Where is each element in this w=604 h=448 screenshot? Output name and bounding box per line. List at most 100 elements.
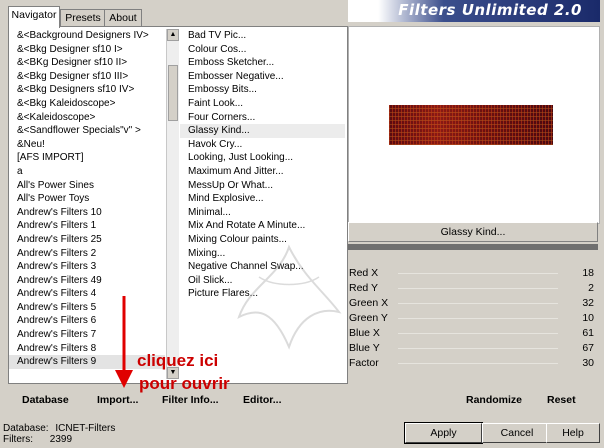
category-scrollbar[interactable]: ▲ ▼ [166,29,179,379]
param-label: Factor [349,357,379,369]
category-item[interactable]: &<Background Designers IV> [9,29,165,43]
navigator-panel: &<Background Designers IV> &<Bkg Designe… [8,26,348,384]
param-row[interactable]: Factor 30 [348,356,598,371]
param-value: 30 [582,357,594,369]
category-list[interactable]: &<Background Designers IV> &<Bkg Designe… [9,29,165,369]
reset-button[interactable]: Reset [547,392,576,408]
param-row[interactable]: Red X 18 [348,266,598,281]
param-slider[interactable] [398,303,558,304]
param-slider[interactable] [398,348,558,349]
preview-image [389,105,553,145]
param-slider[interactable] [398,333,558,334]
param-slider[interactable] [398,288,558,289]
annotation-arrow-icon [115,296,133,388]
category-item[interactable]: Andrew's Filters 5 [9,301,165,315]
param-slider[interactable] [398,318,558,319]
cancel-button[interactable]: Cancel [482,423,552,443]
tab-navigator[interactable]: Navigator [8,6,60,28]
category-item[interactable]: Andrew's Filters 4 [9,287,165,301]
filter-item[interactable]: Bad TV Pic... [180,29,345,43]
scroll-up-arrow-icon[interactable]: ▲ [167,29,179,41]
status-database: Database: ICNET-Filters [3,423,115,434]
param-value: 10 [582,312,594,324]
status-filters: Filters: 2399 [3,434,72,445]
filter-item[interactable]: Embossy Bits... [180,83,345,97]
category-item[interactable]: [AFS IMPORT] [9,151,165,165]
category-item[interactable]: &<Bkg Kaleidoscope> [9,97,165,111]
param-label: Blue Y [349,342,380,354]
param-value: 67 [582,342,594,354]
filter-item[interactable]: Mix And Rotate A Minute... [180,219,345,233]
watermark-icon [237,244,342,350]
param-label: Green X [349,297,389,309]
selected-filter-button[interactable]: Glassy Kind... [348,222,598,242]
import-button[interactable]: Import... [97,392,139,408]
annotation-line-1: cliquez ici [137,351,219,370]
filter-info-button[interactable]: Filter Info... [162,392,219,408]
filter-item[interactable]: Colour Cos... [180,43,345,57]
randomize-button[interactable]: Randomize [466,392,522,408]
filter-item[interactable]: Embosser Negative... [180,70,345,84]
filter-item[interactable]: Mind Explosive... [180,192,345,206]
filter-preview [348,26,600,224]
filter-item[interactable]: MessUp Or What... [180,179,345,193]
filter-item[interactable]: Maximum And Jitter... [180,165,345,179]
param-row[interactable]: Blue Y 67 [348,341,598,356]
tab-presets[interactable]: Presets [60,9,106,27]
category-item[interactable]: Andrew's Filters 49 [9,274,165,288]
category-item[interactable]: Andrew's Filters 6 [9,314,165,328]
category-item[interactable]: Andrew's Filters 7 [9,328,165,342]
category-item[interactable]: Andrew's Filters 1 [9,219,165,233]
filter-item[interactable]: Minimal... [180,206,345,220]
category-item[interactable]: &Neu! [9,138,165,152]
separator-bar [348,244,598,250]
category-item[interactable]: &<Bkg Designer sf10 III> [9,70,165,84]
filter-item[interactable]: Faint Look... [180,97,345,111]
status-database-value: ICNET-Filters [55,423,116,434]
param-value: 61 [582,327,594,339]
filter-item[interactable]: Four Corners... [180,111,345,125]
filter-item[interactable]: Havok Cry... [180,138,345,152]
param-row[interactable]: Blue X 61 [348,326,598,341]
scroll-thumb[interactable] [168,65,178,121]
category-item[interactable]: &<Kaleidoscope> [9,111,165,125]
param-label: Red Y [349,282,378,294]
category-item[interactable]: Andrew's Filters 3 [9,260,165,274]
category-item[interactable]: Andrew's Filters 2 [9,247,165,261]
category-item[interactable]: Andrew's Filters 25 [9,233,165,247]
tab-about[interactable]: About [104,9,142,27]
category-item[interactable]: &<Sandflower Specials"v" > [9,124,165,138]
param-value: 2 [588,282,594,294]
status-filters-label: Filters: [3,434,33,445]
param-label: Blue X [349,327,380,339]
category-item[interactable]: Andrew's Filters 10 [9,206,165,220]
param-value: 32 [582,297,594,309]
category-item[interactable]: All's Power Sines [9,179,165,193]
category-item[interactable]: &<BKg Designer sf10 II> [9,56,165,70]
filter-item[interactable]: Emboss Sketcher... [180,56,345,70]
category-item[interactable]: a [9,165,165,179]
param-value: 18 [582,267,594,279]
annotation-line-2: pour ouvrir [139,374,230,393]
apply-button[interactable]: Apply [404,422,483,444]
category-item[interactable]: All's Power Toys [9,192,165,206]
param-row[interactable]: Red Y 2 [348,281,598,296]
brand-title: Filters Unlimited 2.0 [398,1,582,19]
param-label: Red X [349,267,379,279]
category-item[interactable]: &<Bkg Designers sf10 IV> [9,83,165,97]
status-filters-value: 2399 [49,434,73,445]
param-label: Green Y [349,312,388,324]
param-row[interactable]: Green Y 10 [348,311,598,326]
param-slider[interactable] [398,363,558,364]
brand-banner: Filters Unlimited 2.0 [348,0,600,22]
category-item[interactable]: &<Bkg Designer sf10 I> [9,43,165,57]
param-row[interactable]: Green X 32 [348,296,598,311]
editor-button[interactable]: Editor... [243,392,282,408]
filter-item[interactable]: Looking, Just Looking... [180,151,345,165]
parameter-list: Red X 18 Red Y 2 Green X 32 Green Y 10 B… [348,266,598,371]
filter-item-selected[interactable]: Glassy Kind... [180,124,345,138]
help-button[interactable]: Help [546,423,600,443]
database-button[interactable]: Database [22,392,69,408]
status-database-label: Database: [3,423,49,434]
param-slider[interactable] [398,273,558,274]
